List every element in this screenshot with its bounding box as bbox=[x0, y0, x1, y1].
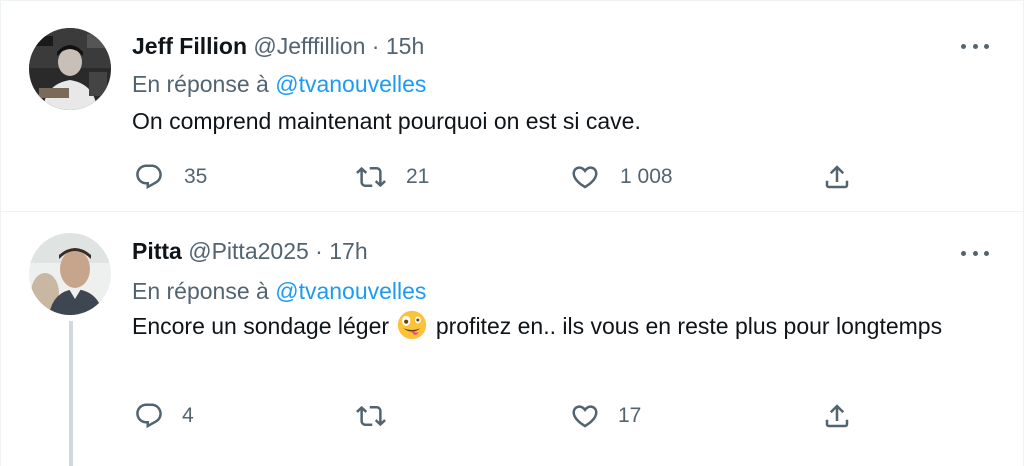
retweet-button[interactable] bbox=[356, 396, 404, 436]
display-name[interactable]: Pitta bbox=[132, 238, 182, 264]
reply-button[interactable]: 4 bbox=[134, 396, 194, 436]
reply-prefix: En réponse à bbox=[132, 71, 269, 97]
tweet-actions: 35 21 1 008 bbox=[132, 157, 862, 197]
tweet-feed: Jeff Fillion @Jefffillion · 15h En répon… bbox=[0, 0, 1024, 466]
like-button[interactable]: 1 008 bbox=[570, 157, 673, 197]
retweet-count: 21 bbox=[406, 165, 430, 188]
retweet-icon bbox=[356, 166, 386, 188]
tweet-header: Pitta @Pitta2025 · 17h bbox=[132, 236, 368, 266]
separator: · bbox=[315, 238, 323, 264]
more-icon[interactable] bbox=[961, 248, 989, 258]
zany-face-emoji bbox=[398, 310, 427, 340]
tweet[interactable]: Pitta @Pitta2025 · 17h En réponse à @tva… bbox=[1, 212, 1023, 466]
share-icon bbox=[825, 165, 849, 189]
reply-icon bbox=[136, 403, 162, 429]
reply-context: En réponse à @tvanouvelles bbox=[132, 69, 426, 99]
avatar[interactable] bbox=[29, 28, 111, 110]
thread-line bbox=[69, 321, 73, 466]
avatar[interactable] bbox=[29, 233, 111, 315]
separator: · bbox=[371, 33, 380, 59]
reply-count: 35 bbox=[184, 165, 208, 188]
retweet-button[interactable]: 21 bbox=[356, 157, 429, 197]
share-button[interactable] bbox=[822, 157, 852, 197]
tweet-text: On comprend maintenant pourquoi on est s… bbox=[132, 108, 641, 134]
like-count: 1 008 bbox=[620, 165, 673, 188]
user-handle[interactable]: @Pitta2025 bbox=[188, 238, 309, 264]
tweet-header: Jeff Fillion @Jefffillion · 15h bbox=[132, 31, 424, 61]
tweet-time[interactable]: 15h bbox=[386, 33, 424, 59]
tweet-text-after: profitez en.. ils vous en reste plus pou… bbox=[435, 313, 943, 339]
like-count: 17 bbox=[618, 404, 642, 427]
heart-icon bbox=[572, 405, 598, 428]
reply-mention-link[interactable]: @tvanouvelles bbox=[275, 71, 426, 97]
avatar-image bbox=[29, 28, 111, 110]
tweet-time[interactable]: 17h bbox=[329, 238, 367, 264]
reply-icon bbox=[136, 164, 162, 190]
avatar-image bbox=[29, 233, 111, 315]
reply-button[interactable]: 35 bbox=[134, 157, 207, 197]
share-button[interactable] bbox=[822, 396, 852, 436]
tweet-actions: 4 17 bbox=[132, 396, 862, 436]
heart-icon bbox=[572, 166, 598, 189]
tweet[interactable]: Jeff Fillion @Jefffillion · 15h En répon… bbox=[1, 0, 1023, 212]
tweet-text-before: Encore un sondage léger bbox=[132, 313, 390, 339]
retweet-icon bbox=[356, 405, 386, 427]
like-button[interactable]: 17 bbox=[570, 396, 641, 436]
reply-count: 4 bbox=[182, 404, 194, 427]
display-name[interactable]: Jeff Fillion bbox=[132, 33, 247, 59]
tweet-text: Encore un sondage léger profitez en.. il… bbox=[132, 310, 952, 343]
user-handle[interactable]: @Jefffillion bbox=[253, 33, 365, 59]
reply-prefix: En réponse à bbox=[132, 278, 269, 304]
share-icon bbox=[825, 404, 849, 428]
reply-context: En réponse à @tvanouvelles bbox=[132, 276, 426, 306]
reply-mention-link[interactable]: @tvanouvelles bbox=[275, 278, 426, 304]
more-icon[interactable] bbox=[961, 41, 989, 51]
